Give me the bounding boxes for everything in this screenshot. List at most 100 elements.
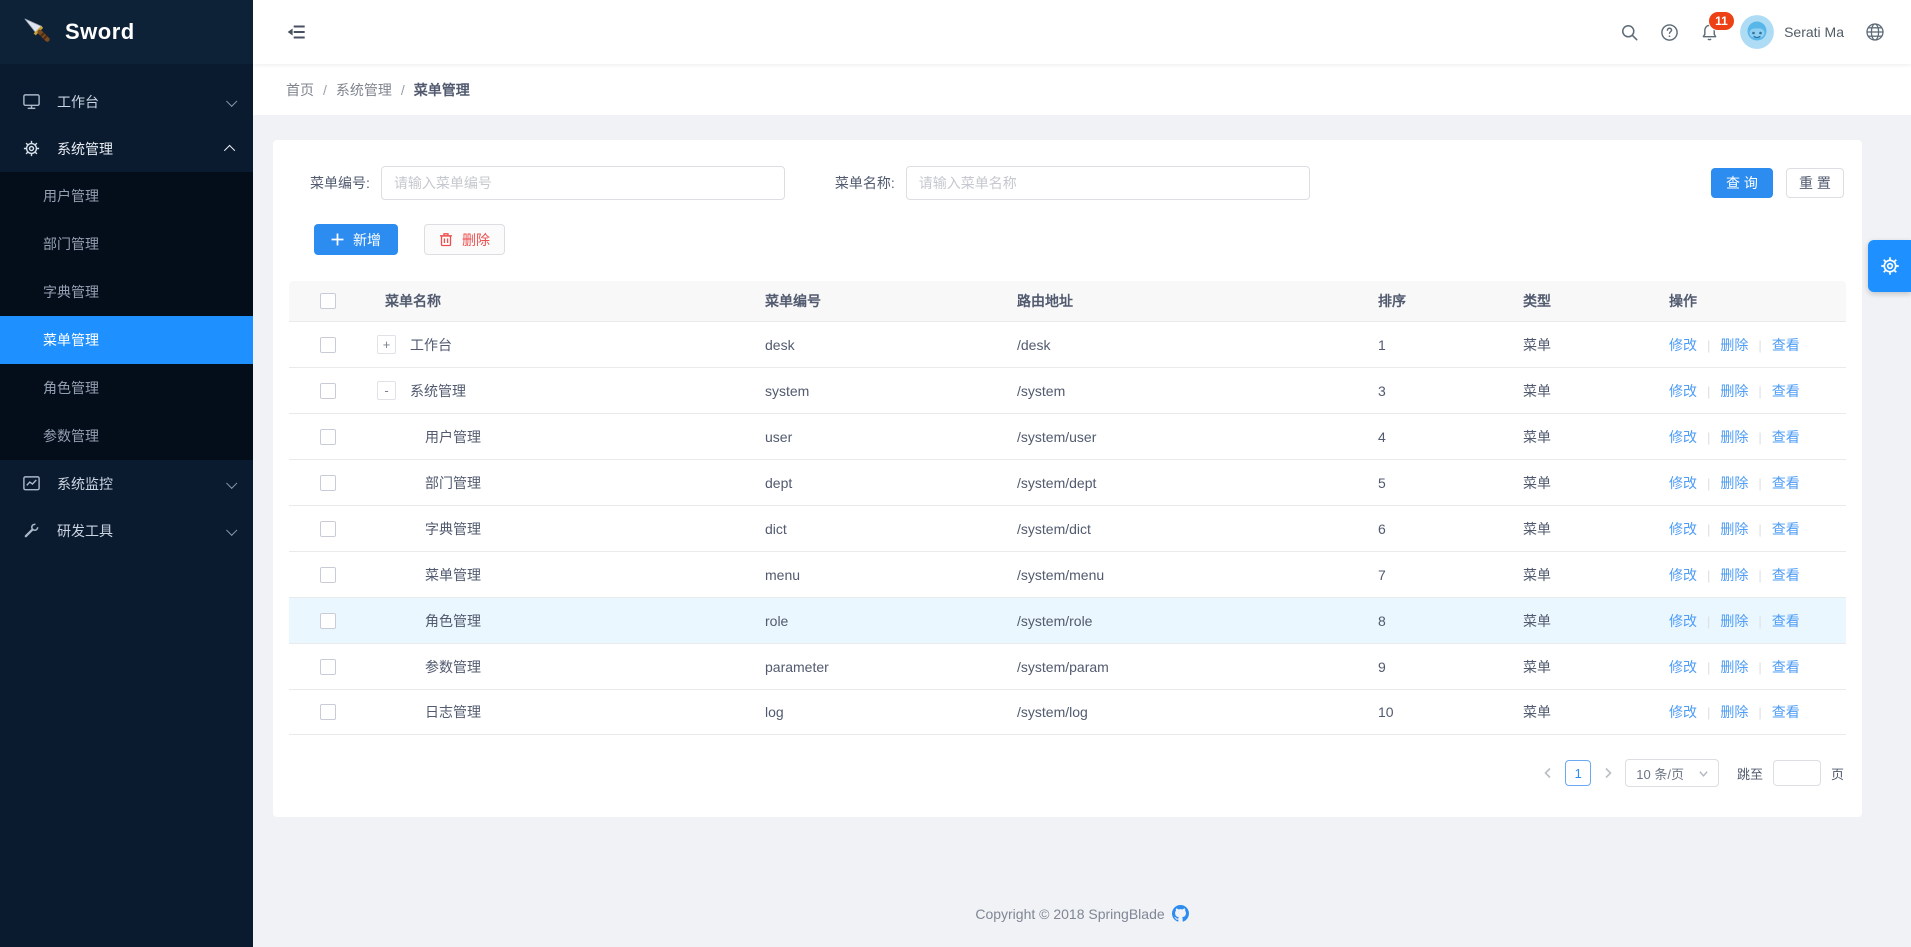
select-all-checkbox[interactable] xyxy=(320,293,336,309)
sidebar-item-dept-mgmt[interactable]: 部门管理 xyxy=(0,220,253,268)
page-size-value: 10 条/页 xyxy=(1636,764,1684,783)
action-separator: | xyxy=(1758,476,1761,491)
search-icon[interactable] xyxy=(1620,23,1639,42)
delete-button[interactable]: 删除 xyxy=(424,224,505,255)
view-link[interactable]: 查看 xyxy=(1772,383,1800,399)
app-logo: Sword xyxy=(0,0,253,64)
submenu-item-label: 菜单管理 xyxy=(43,330,99,350)
add-button[interactable]: 新增 xyxy=(314,224,398,255)
sidebar-item-menu-mgmt[interactable]: 菜单管理 xyxy=(0,316,253,364)
help-icon[interactable] xyxy=(1660,23,1679,42)
delete-link[interactable]: 删除 xyxy=(1720,567,1748,583)
sidebar-item-param-mgmt[interactable]: 参数管理 xyxy=(0,412,253,460)
view-link[interactable]: 查看 xyxy=(1772,613,1800,629)
row-checkbox[interactable] xyxy=(320,704,336,720)
edit-link[interactable]: 修改 xyxy=(1669,704,1697,720)
action-separator: | xyxy=(1707,522,1710,537)
view-link[interactable]: 查看 xyxy=(1772,521,1800,537)
view-link[interactable]: 查看 xyxy=(1772,337,1800,353)
sort-cell: 8 xyxy=(1360,613,1505,629)
view-link[interactable]: 查看 xyxy=(1772,704,1800,720)
type-cell: 菜单 xyxy=(1505,427,1651,447)
sidebar-item-system-monitor[interactable]: 系统监控 xyxy=(0,460,253,507)
submenu-item-label: 字典管理 xyxy=(43,282,99,302)
collapse-row-button[interactable]: - xyxy=(377,381,396,400)
view-link[interactable]: 查看 xyxy=(1772,659,1800,675)
delete-link[interactable]: 删除 xyxy=(1720,429,1748,445)
view-link[interactable]: 查看 xyxy=(1772,429,1800,445)
row-checkbox[interactable] xyxy=(320,475,336,491)
search-button[interactable]: 查 询 xyxy=(1711,168,1773,198)
avatar[interactable] xyxy=(1740,15,1774,49)
view-link[interactable]: 查看 xyxy=(1772,567,1800,583)
menu-name-cell: 角色管理 xyxy=(367,611,747,631)
breadcrumb-home[interactable]: 首页 xyxy=(286,80,314,100)
submenu-item-label: 参数管理 xyxy=(43,426,99,446)
prev-page-button[interactable] xyxy=(1541,766,1555,780)
sidebar-item-dev-tools[interactable]: 研发工具 xyxy=(0,507,253,554)
sidebar-item-workbench[interactable]: 工作台 xyxy=(0,78,253,125)
sidebar-item-role-mgmt[interactable]: 角色管理 xyxy=(0,364,253,412)
table-row: 日志管理log/system/log10菜单修改|删除|查看 xyxy=(289,689,1846,735)
menu-name: 菜单管理 xyxy=(425,565,481,585)
user-name[interactable]: Serati Ma xyxy=(1784,24,1844,40)
page-number-button[interactable]: 1 xyxy=(1565,760,1591,786)
actions-cell: 修改|删除|查看 xyxy=(1651,565,1846,585)
row-checkbox-cell xyxy=(289,475,367,491)
next-page-button[interactable] xyxy=(1601,766,1615,780)
row-checkbox[interactable] xyxy=(320,429,336,445)
edit-link[interactable]: 修改 xyxy=(1669,613,1697,629)
footer: Copyright © 2018 SpringBlade xyxy=(253,905,1911,922)
table-row: 角色管理role/system/role8菜单修改|删除|查看 xyxy=(289,597,1846,643)
globe-icon[interactable] xyxy=(1865,22,1885,42)
gear-icon xyxy=(1879,255,1901,277)
menu-name-cell: -系统管理 xyxy=(367,381,747,401)
action-separator: | xyxy=(1758,568,1761,583)
menu-code-input[interactable] xyxy=(381,166,785,200)
jump-page-input[interactable] xyxy=(1773,760,1821,786)
table-row: 用户管理user/system/user4菜单修改|删除|查看 xyxy=(289,413,1846,459)
delete-link[interactable]: 删除 xyxy=(1720,337,1748,353)
sidebar-item-user-mgmt[interactable]: 用户管理 xyxy=(0,172,253,220)
delete-link[interactable]: 删除 xyxy=(1720,704,1748,720)
row-checkbox[interactable] xyxy=(320,521,336,537)
delete-link[interactable]: 删除 xyxy=(1720,383,1748,399)
reset-button[interactable]: 重 置 xyxy=(1786,168,1844,198)
delete-link[interactable]: 删除 xyxy=(1720,613,1748,629)
row-checkbox-cell xyxy=(289,659,367,675)
row-checkbox[interactable] xyxy=(320,337,336,353)
expand-row-button[interactable]: + xyxy=(377,335,396,354)
notifications-button[interactable]: 11 xyxy=(1700,23,1719,42)
chevron-down-icon xyxy=(1698,768,1709,779)
topbar: 11 Serati Ma xyxy=(253,0,1911,64)
view-link[interactable]: 查看 xyxy=(1772,475,1800,491)
github-icon[interactable] xyxy=(1172,905,1189,922)
row-checkbox-cell xyxy=(289,567,367,583)
edit-link[interactable]: 修改 xyxy=(1669,521,1697,537)
edit-link[interactable]: 修改 xyxy=(1669,383,1697,399)
edit-link[interactable]: 修改 xyxy=(1669,659,1697,675)
menu-fold-button[interactable] xyxy=(286,21,308,43)
edit-link[interactable]: 修改 xyxy=(1669,567,1697,583)
row-checkbox-cell xyxy=(289,337,367,353)
delete-link[interactable]: 删除 xyxy=(1720,521,1748,537)
sort-cell: 7 xyxy=(1360,567,1505,583)
sort-cell: 4 xyxy=(1360,429,1505,445)
row-checkbox[interactable] xyxy=(320,383,336,399)
row-checkbox[interactable] xyxy=(320,659,336,675)
menu-code-cell: dept xyxy=(747,475,999,491)
delete-link[interactable]: 删除 xyxy=(1720,659,1748,675)
theme-settings-button[interactable] xyxy=(1868,240,1911,292)
sidebar-item-dict-mgmt[interactable]: 字典管理 xyxy=(0,268,253,316)
menu-name: 用户管理 xyxy=(425,427,481,447)
edit-link[interactable]: 修改 xyxy=(1669,337,1697,353)
edit-link[interactable]: 修改 xyxy=(1669,475,1697,491)
page-size-select[interactable]: 10 条/页 xyxy=(1625,759,1719,787)
menu-name-input[interactable] xyxy=(906,166,1310,200)
edit-link[interactable]: 修改 xyxy=(1669,429,1697,445)
breadcrumb-system-mgmt[interactable]: 系统管理 xyxy=(336,80,392,100)
row-checkbox[interactable] xyxy=(320,613,336,629)
sidebar-item-system-mgmt[interactable]: 系统管理 xyxy=(0,125,253,172)
row-checkbox[interactable] xyxy=(320,567,336,583)
delete-link[interactable]: 删除 xyxy=(1720,475,1748,491)
